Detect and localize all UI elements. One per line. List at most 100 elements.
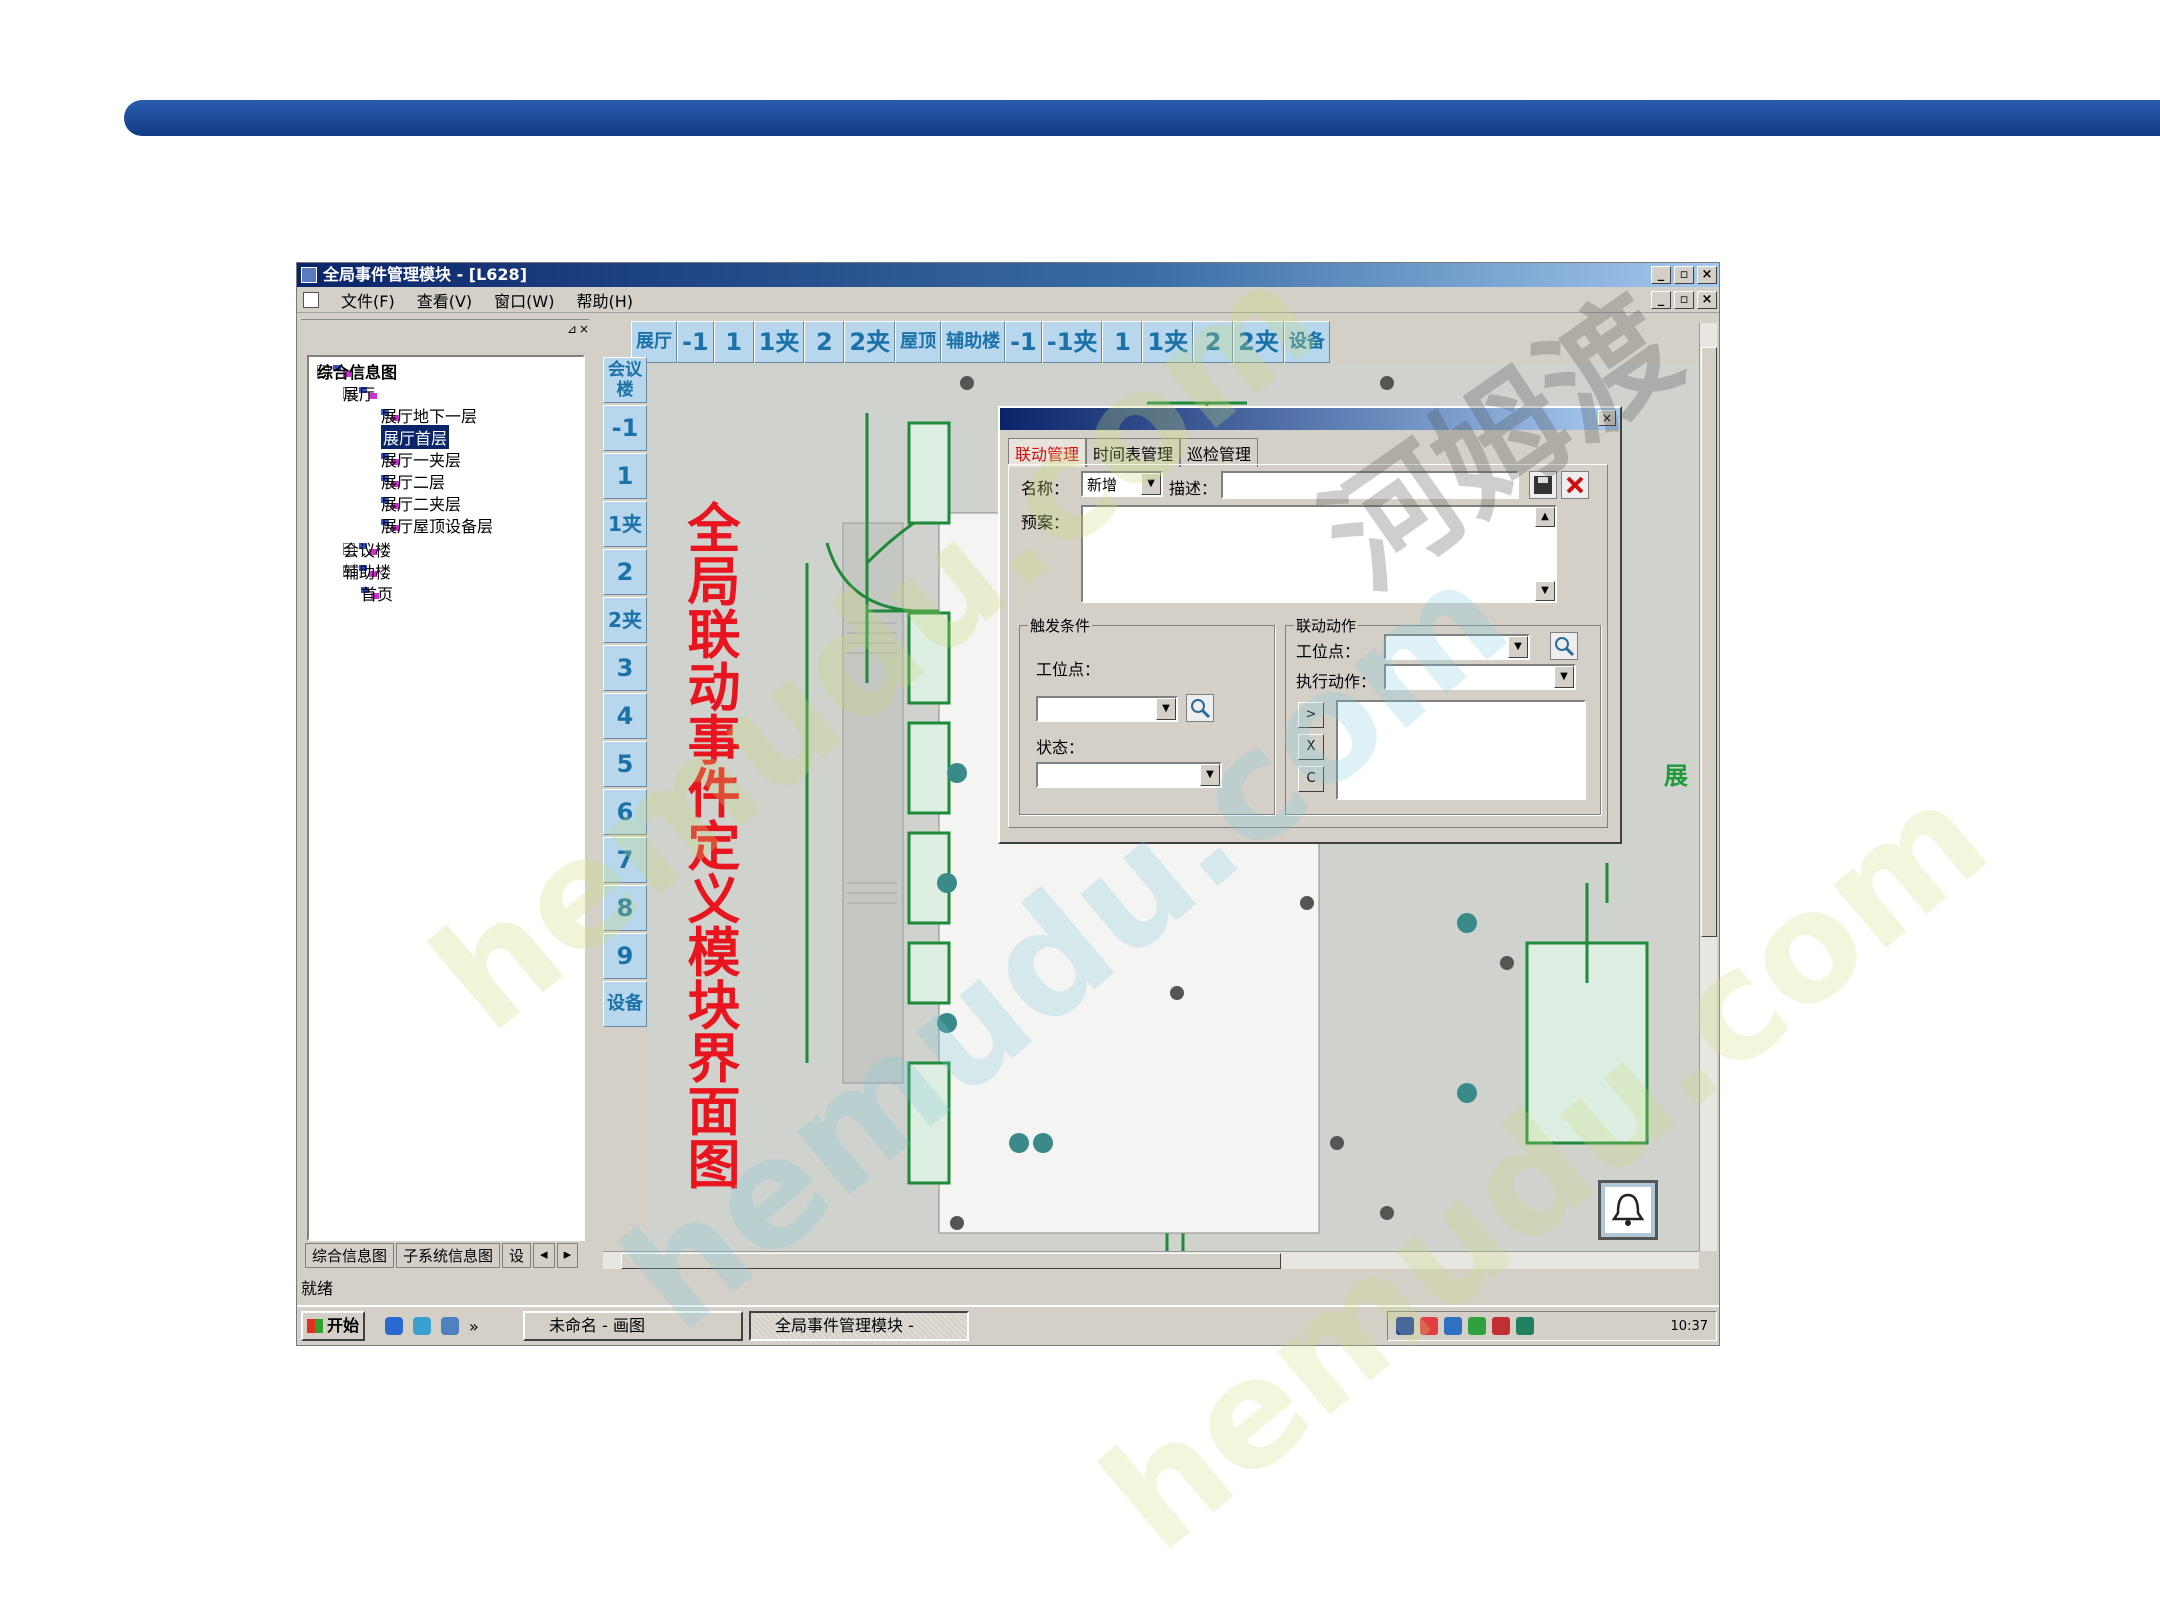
action-list[interactable] <box>1336 700 1586 800</box>
floor-button[interactable]: 8 <box>603 885 647 931</box>
floor-button[interactable]: -1 <box>603 405 647 451</box>
floor-button[interactable]: 2夹 <box>844 321 896 363</box>
chevron-down-icon[interactable]: ▼ <box>1508 636 1528 658</box>
floor-button[interactable]: 9 <box>603 933 647 979</box>
alarm-bell-icon[interactable] <box>1598 1180 1658 1240</box>
tree-item-selected[interactable]: 展厅首层 <box>381 425 450 449</box>
tab-scroll-right[interactable]: ▸ <box>556 1243 579 1268</box>
vertical-scrollbar[interactable] <box>1699 323 1717 1251</box>
chevron-down-icon[interactable]: ▼ <box>1200 764 1220 786</box>
tray-network-icon[interactable] <box>1444 1317 1462 1335</box>
clear-actions-button[interactable]: C <box>1298 766 1324 792</box>
minimize-button[interactable]: _ <box>1651 266 1671 284</box>
description-input[interactable] <box>1221 471 1519 499</box>
floor-button[interactable]: 7 <box>603 837 647 883</box>
desktop-icon[interactable] <box>441 1317 459 1335</box>
horizontal-scroll-thumb[interactable] <box>621 1253 1281 1269</box>
floor-button[interactable]: -1夹 <box>1041 321 1103 363</box>
menu-file[interactable]: 文件(F) <box>341 288 395 312</box>
floor-button[interactable]: 设备 <box>1283 321 1330 363</box>
tree-node-aux[interactable]: + 辅助楼 <box>343 563 391 582</box>
tree-item[interactable]: 展厅二夹层 <box>381 495 461 514</box>
tree-root[interactable]: − 综合信息图 <box>317 363 397 382</box>
floor-button[interactable]: 1夹 <box>1142 321 1194 363</box>
vertical-scroll-thumb[interactable] <box>1701 347 1717 937</box>
floor-button[interactable]: -1 <box>1005 321 1042 363</box>
floor-button[interactable]: -1 <box>677 321 714 363</box>
floor-button[interactable]: 2 <box>603 549 647 595</box>
chevron-down-icon[interactable]: ▼ <box>1141 473 1161 495</box>
tray-antivirus-icon[interactable] <box>1492 1317 1510 1335</box>
dialog-close-button[interactable]: × <box>1598 410 1616 426</box>
floor-button[interactable]: 2 <box>804 321 845 363</box>
menu-help[interactable]: 帮助(H) <box>576 288 633 312</box>
floor-button[interactable]: 设备 <box>603 981 647 1027</box>
remove-action-button[interactable]: X <box>1298 734 1324 760</box>
quick-more[interactable]: » <box>469 1317 479 1336</box>
menu-window[interactable]: 窗口(W) <box>494 288 554 312</box>
tree-item[interactable]: 展厅地下一层 <box>381 407 477 426</box>
floor-button[interactable]: 6 <box>603 789 647 835</box>
pin-icon[interactable]: ⊿ <box>567 322 577 336</box>
document-icon[interactable] <box>303 291 319 308</box>
tab-scroll-left[interactable]: ◂ <box>533 1243 555 1268</box>
tree-item[interactable]: 展厅屋顶设备层 <box>381 517 493 536</box>
floor-button[interactable]: 3 <box>603 645 647 691</box>
tree-node-hall[interactable]: − 展厅 <box>343 385 381 404</box>
tab-device[interactable]: 设 <box>502 1243 532 1268</box>
horizontal-scrollbar[interactable] <box>603 1251 1699 1269</box>
maximize-button[interactable]: ▫ <box>1674 266 1694 284</box>
ie-icon[interactable] <box>385 1317 403 1335</box>
floor-button[interactable]: 2夹 <box>1233 321 1284 363</box>
floor-button[interactable]: 4 <box>603 693 647 739</box>
floor-button[interactable]: 1 <box>713 321 754 363</box>
exec-action-select[interactable]: ▼ <box>1384 664 1576 690</box>
panel-close-icon[interactable]: × <box>579 322 589 336</box>
start-button[interactable]: 开始 <box>301 1311 365 1341</box>
mdi-minimize-button[interactable]: _ <box>1651 291 1671 309</box>
tree-item[interactable]: 展厅二层 <box>381 473 445 492</box>
delete-icon[interactable] <box>1561 471 1589 499</box>
floor-button[interactable]: 辅助楼 <box>941 321 1006 363</box>
action-point-select[interactable]: ▼ <box>1384 634 1530 660</box>
mdi-restore-button[interactable]: ▫ <box>1674 291 1694 309</box>
floor-button[interactable]: 5 <box>603 741 647 787</box>
floor-button[interactable]: 1 <box>603 453 647 499</box>
floor-button[interactable]: 屋顶 <box>895 321 942 363</box>
save-icon[interactable] <box>1529 471 1557 499</box>
name-select[interactable]: 新增 ▼ <box>1081 471 1163 497</box>
mdi-close-button[interactable]: × <box>1697 291 1717 309</box>
input-method-icon[interactable] <box>1396 1317 1414 1335</box>
scroll-up-icon[interactable]: ▲ <box>1535 507 1555 527</box>
task-event-module[interactable]: 全局事件管理模块 - <box>749 1311 969 1341</box>
scroll-down-icon[interactable]: ▼ <box>1535 581 1555 601</box>
floor-button[interactable]: 1夹 <box>603 501 647 547</box>
media-icon[interactable] <box>413 1317 431 1335</box>
close-button[interactable]: × <box>1697 266 1717 284</box>
action-picker-icon[interactable] <box>1550 632 1578 660</box>
point-picker-icon[interactable] <box>1186 694 1214 722</box>
floor-button[interactable]: 1夹 <box>753 321 805 363</box>
tab-patrol[interactable]: 巡检管理 <box>1180 438 1259 467</box>
floor-button[interactable]: 会议楼 <box>603 357 647 403</box>
add-action-button[interactable]: > <box>1298 702 1324 728</box>
trigger-point-select[interactable]: ▼ <box>1036 696 1178 722</box>
tree-node-meeting[interactable]: + 会议楼 <box>343 541 391 560</box>
floor-button[interactable]: 2夹 <box>603 597 647 643</box>
tab-linkage[interactable]: 联动管理 <box>1008 438 1087 467</box>
floor-button[interactable]: 2 <box>1193 321 1234 363</box>
chevron-down-icon[interactable]: ▼ <box>1554 666 1574 688</box>
chevron-down-icon[interactable]: ▼ <box>1156 698 1176 720</box>
tab-subsystem[interactable]: 子系统信息图 <box>396 1243 501 1268</box>
menu-view[interactable]: 查看(V) <box>417 288 472 312</box>
tray-volume-icon[interactable] <box>1516 1317 1534 1335</box>
tray-app-icon[interactable] <box>1420 1317 1438 1335</box>
tab-schedule[interactable]: 时间表管理 <box>1086 438 1181 467</box>
task-paint[interactable]: 未命名 - 画图 <box>523 1311 743 1341</box>
state-select[interactable]: ▼ <box>1036 762 1222 788</box>
tree-item[interactable]: 展厅一夹层 <box>381 451 461 470</box>
tab-overview[interactable]: 综合信息图 <box>305 1243 395 1268</box>
tree-node-home[interactable]: 首页 <box>361 585 393 604</box>
tray-security-icon[interactable] <box>1468 1317 1486 1335</box>
floor-button[interactable]: 1 <box>1102 321 1143 363</box>
